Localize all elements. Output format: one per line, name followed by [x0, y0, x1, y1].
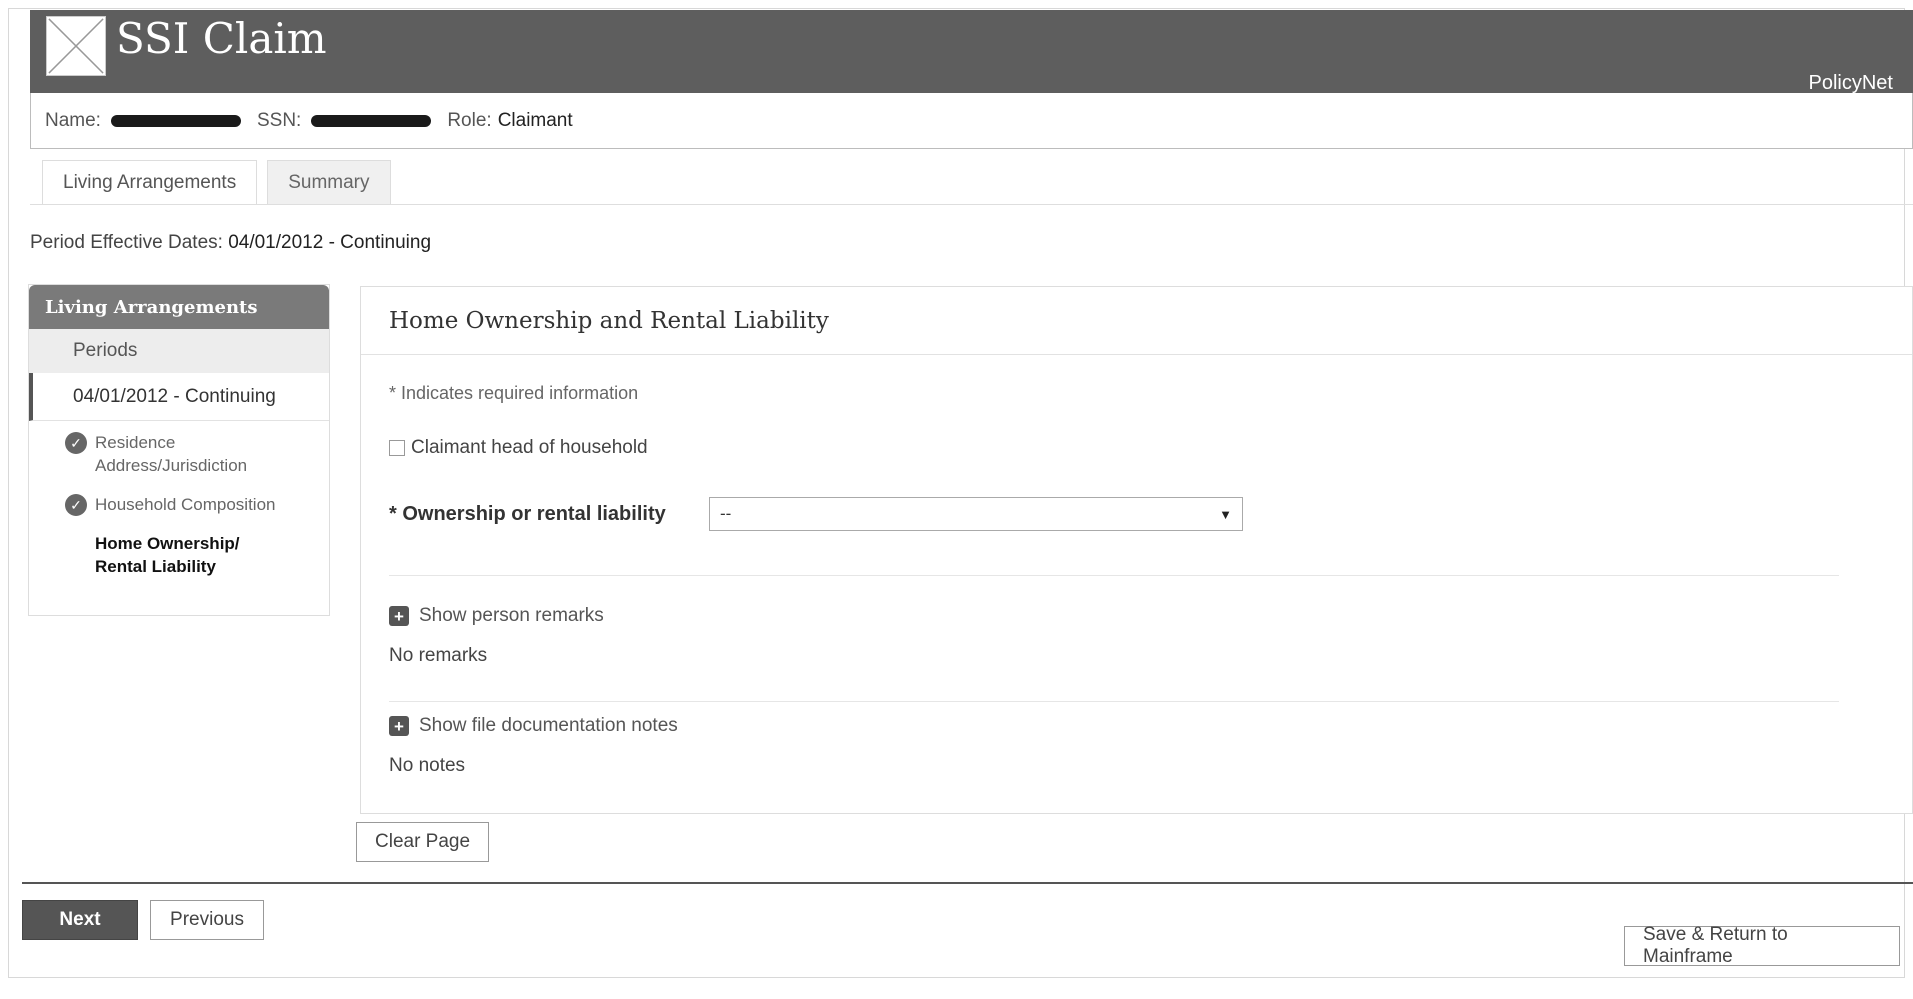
claimant-bar: Name: SSN: Role: Claimant [30, 93, 1913, 149]
placeholder-image-icon [46, 16, 106, 76]
sidebar-item-label: Household Composition [95, 495, 276, 514]
check-circle-icon: ✓ [65, 432, 87, 454]
head-of-household-checkbox[interactable] [389, 440, 405, 456]
period-value: 04/01/2012 - Continuing [228, 232, 432, 253]
file-notes-value: No notes [389, 755, 466, 776]
head-of-household-label: Claimant head of household [411, 437, 648, 458]
main-panel: Home Ownership and Rental Liability * In… [360, 286, 1913, 814]
required-note: * Indicates required information [389, 383, 639, 403]
name-redacted [110, 114, 241, 127]
next-button[interactable]: Next [22, 900, 138, 940]
period-label: Period Effective Dates: [30, 232, 223, 253]
tab-living-arrangements[interactable]: Living Arrangements [42, 160, 258, 204]
check-circle-icon: ✓ [65, 494, 87, 516]
sidebar-periods-label: Periods [29, 329, 329, 373]
panel-title: Home Ownership and Rental Liability [361, 287, 1912, 355]
ownership-label: * Ownership or rental liability [389, 502, 666, 525]
sidebar-heading: Living Arrangements [29, 285, 329, 329]
tab-summary[interactable]: Summary [267, 160, 391, 204]
save-return-button[interactable]: Save & Return to Mainframe [1624, 924, 1900, 967]
period-effective-dates: Period Effective Dates: 04/01/2012 - Con… [30, 232, 431, 254]
sidebar-period-item[interactable]: 04/01/2012 - Continuing [29, 373, 329, 421]
role-label: Role: [447, 109, 492, 131]
ssn-redacted [311, 114, 432, 127]
ownership-select-value: -- [720, 504, 732, 523]
sidebar: Living Arrangements Periods 04/01/2012 -… [28, 284, 330, 616]
file-notes-label: Show file documentation notes [419, 715, 678, 736]
head-of-household-row: Claimant head of household [389, 437, 648, 459]
sidebar-item-label: Home Ownership/ Rental Liability [95, 534, 240, 576]
sidebar-item-label: Residence Address/Jurisdiction [95, 433, 248, 475]
ownership-field-row: * Ownership or rental liability -- ▼ [389, 497, 1243, 531]
plus-square-icon: + [389, 606, 409, 626]
show-file-notes-toggle[interactable]: + Show file documentation notes [389, 715, 678, 737]
role-value: Claimant [497, 109, 573, 131]
sidebar-item-home-ownership[interactable]: Home Ownership/ Rental Liability [29, 522, 329, 584]
ownership-select[interactable]: -- ▼ [709, 497, 1243, 531]
tab-bar: Living Arrangements Summary [42, 160, 391, 204]
person-remarks-value: No remarks [389, 645, 488, 666]
tab-divider [30, 204, 1913, 205]
ssn-label: SSN: [256, 109, 302, 131]
divider [389, 575, 1839, 576]
sidebar-item-household[interactable]: ✓ Household Composition [29, 483, 329, 522]
clear-page-button[interactable]: Clear Page [356, 822, 490, 862]
name-label: Name: [45, 109, 101, 131]
policynet-link[interactable]: PolicyNet [1809, 72, 1893, 95]
sidebar-item-residence[interactable]: ✓ Residence Address/Jurisdiction [29, 421, 329, 483]
caret-down-icon: ▼ [1219, 506, 1232, 522]
footer-divider [22, 882, 1913, 884]
divider [389, 701, 1839, 702]
app-header: SSI Claim PolicyNet [30, 10, 1913, 98]
show-person-remarks-toggle[interactable]: + Show person remarks [389, 605, 604, 627]
previous-button[interactable]: Previous [150, 900, 264, 940]
person-remarks-label: Show person remarks [419, 605, 604, 626]
plus-square-icon: + [389, 716, 409, 736]
app-title: SSI Claim [116, 14, 327, 63]
